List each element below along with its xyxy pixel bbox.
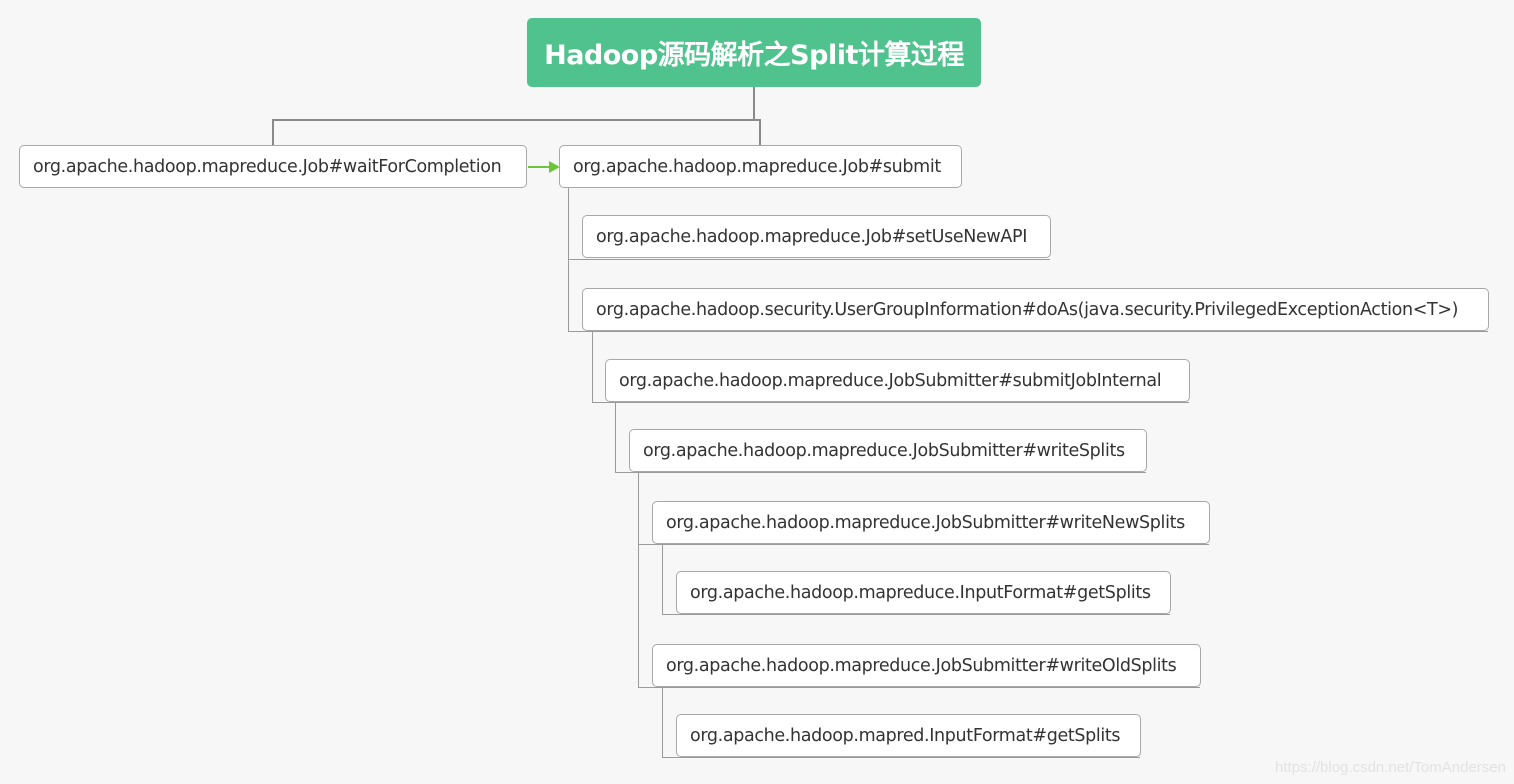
node-job-setusenewapi[interactable]: org.apache.hadoop.mapreduce.Job#setUseNe… [582,215,1051,258]
node-label: org.apache.hadoop.mapred.InputFormat#get… [690,725,1121,746]
connector-writesplits-to-writenewsplits [638,544,1209,545]
connector-submit-to-doas [568,331,1488,332]
node-label: org.apache.hadoop.mapreduce.JobSubmitter… [666,655,1177,676]
node-label: org.apache.hadoop.mapreduce.Job#submit [573,156,941,177]
node-label: org.apache.hadoop.security.UserGroupInfo… [596,299,1459,320]
node-job-waitforcompletion[interactable]: org.apache.hadoop.mapreduce.Job#waitForC… [19,145,527,188]
node-jobsubmitter-writesplits[interactable]: org.apache.hadoop.mapreduce.JobSubmitter… [629,429,1147,472]
node-label: org.apache.hadoop.mapreduce.InputFormat#… [690,582,1151,603]
connector-submit-vertical [568,188,569,332]
connector-submit-to-setusenewapi [568,259,1050,260]
node-label: org.apache.hadoop.mapreduce.JobSubmitter… [619,370,1162,391]
node-label: org.apache.hadoop.mapreduce.JobSubmitter… [666,512,1185,533]
connector-root-to-submit [759,119,761,146]
connector-writeoldsplits-vertical [662,688,663,758]
connector-submitjobinternal-to-writesplits [615,472,1146,473]
node-jobsubmitter-submitjobinternal[interactable]: org.apache.hadoop.mapreduce.JobSubmitter… [605,359,1190,402]
node-job-submit[interactable]: org.apache.hadoop.mapreduce.Job#submit [559,145,962,188]
node-mapreduce-inputformat-getsplits[interactable]: org.apache.hadoop.mapreduce.InputFormat#… [676,571,1171,614]
root-topic-label: Hadoop源码解析之Split计算过程 [544,40,964,71]
connector-writenewsplits-to-getsplits [662,614,1170,615]
root-topic[interactable]: Hadoop源码解析之Split计算过程 [527,18,981,87]
connector-root-to-waitforcompletion [272,119,274,146]
node-label: org.apache.hadoop.mapreduce.Job#waitForC… [33,156,502,177]
node-mapred-inputformat-getsplits[interactable]: org.apache.hadoop.mapred.InputFormat#get… [676,714,1141,757]
arrow-line [528,166,550,168]
connector-root-down [753,87,755,120]
connector-submitjobinternal-vertical [615,403,616,473]
node-ugi-doas[interactable]: org.apache.hadoop.security.UserGroupInfo… [582,288,1489,331]
connector-doas-to-submitjobinternal [592,402,1189,403]
node-label: org.apache.hadoop.mapreduce.JobSubmitter… [643,440,1125,461]
node-label: org.apache.hadoop.mapreduce.Job#setUseNe… [596,226,1028,247]
connector-writenewsplits-vertical [662,545,663,615]
connector-writeoldsplits-to-getsplits [662,757,1140,758]
connector-writesplits-to-writeoldsplits [638,687,1200,688]
connector-root-horizontal [272,119,761,121]
connector-writesplits-vertical [638,473,639,688]
node-jobsubmitter-writeoldsplits[interactable]: org.apache.hadoop.mapreduce.JobSubmitter… [652,644,1201,687]
watermark: https://blog.csdn.net/TomAndersen [1275,759,1506,776]
node-jobsubmitter-writenewsplits[interactable]: org.apache.hadoop.mapreduce.JobSubmitter… [652,501,1210,544]
connector-doas-vertical [592,332,593,403]
